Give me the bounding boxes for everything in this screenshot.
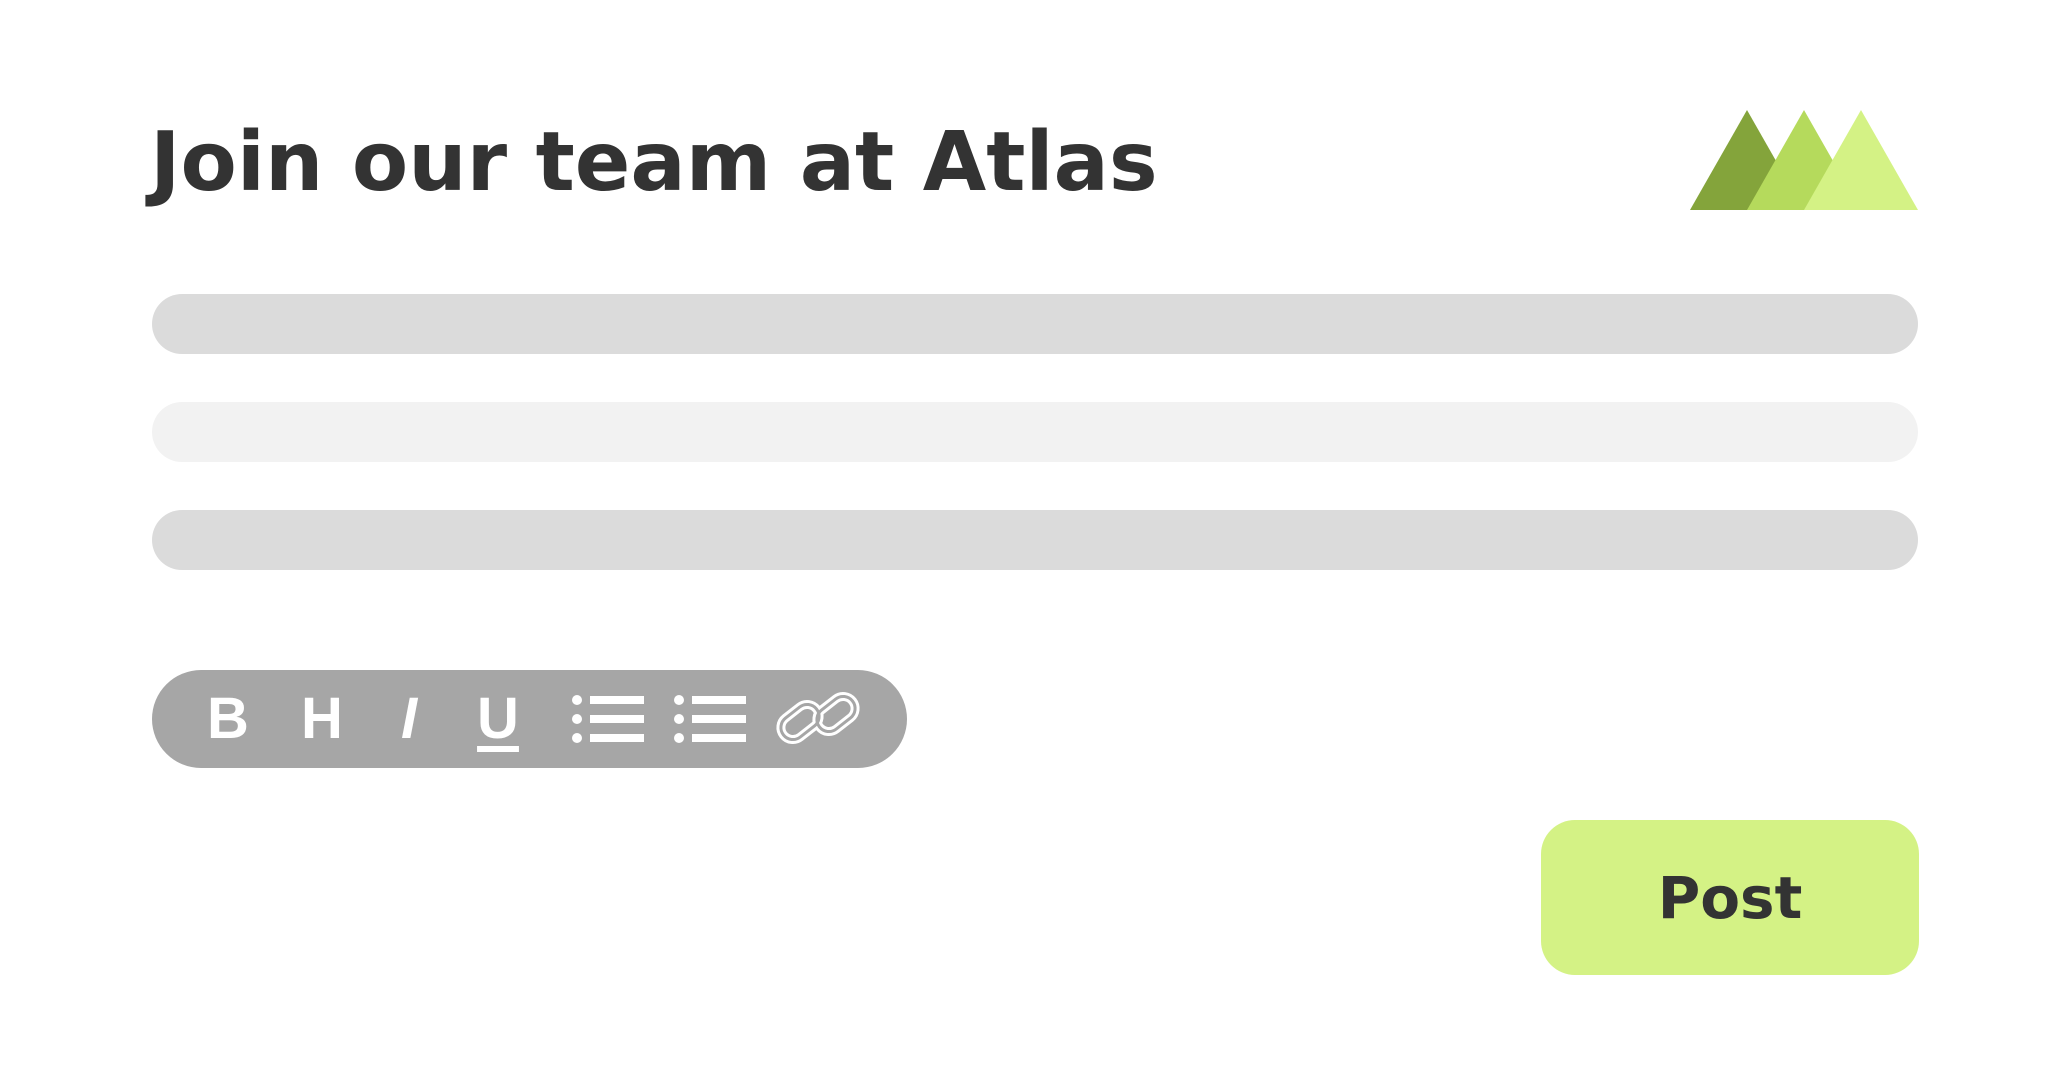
- link-icon: [776, 691, 860, 745]
- bullet-list-icon: [572, 695, 644, 743]
- italic-icon: I: [400, 686, 418, 751]
- page-title: Join our team at Atlas: [150, 115, 1158, 210]
- numbered-list-button[interactable]: [672, 670, 748, 768]
- underline-button[interactable]: U: [470, 670, 526, 768]
- post-button-label: Post: [1657, 863, 1803, 932]
- numbered-list-icon: [674, 695, 746, 743]
- underline-icon: U: [477, 686, 519, 751]
- logo-icon: [1690, 110, 1918, 210]
- bullet-list-button[interactable]: [570, 670, 646, 768]
- formatting-toolbar: B H I U: [152, 670, 907, 768]
- italic-button[interactable]: I: [384, 670, 434, 768]
- text-field-2[interactable]: [152, 402, 1918, 462]
- post-button[interactable]: Post: [1541, 820, 1919, 975]
- text-field-1[interactable]: [152, 294, 1918, 354]
- bold-button[interactable]: B: [198, 670, 258, 768]
- heading-button[interactable]: H: [292, 670, 352, 768]
- text-field-3[interactable]: [152, 510, 1918, 570]
- link-button[interactable]: [774, 670, 862, 768]
- heading-icon: H: [301, 686, 343, 751]
- bold-icon: B: [207, 686, 249, 751]
